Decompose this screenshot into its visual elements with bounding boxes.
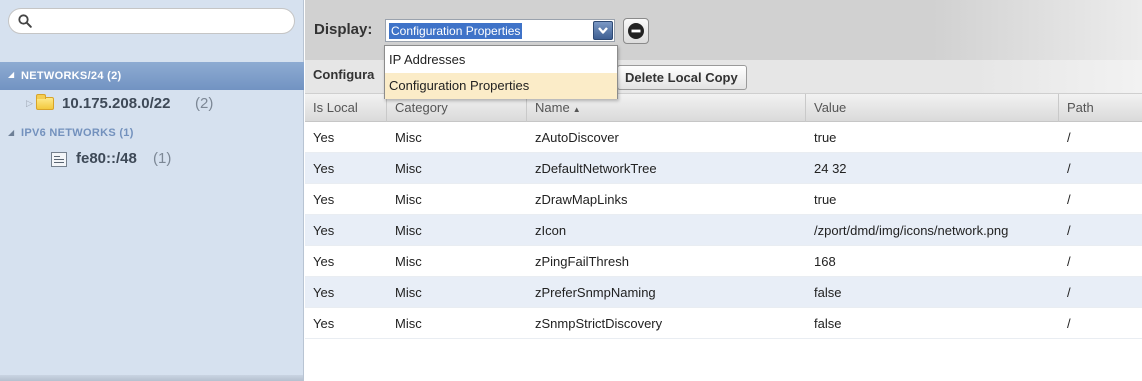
search-input[interactable] (8, 8, 295, 34)
cell-category: Misc (395, 316, 422, 331)
minus-circle-icon (628, 23, 644, 39)
network-tree-panel: ◢ NETWORKS/24 (2) ▷ 10.175.208.0/22 (2) … (0, 0, 304, 381)
display-label: Display: (314, 21, 373, 38)
tree-node-label: NETWORKS/24 (21, 70, 104, 82)
cell-value: /zport/dmd/img/icons/network.png (814, 223, 1009, 238)
cell-name: zIcon (535, 223, 567, 238)
cell-name: zSnmpStrictDiscovery (535, 316, 663, 331)
cell-value: false (814, 316, 842, 331)
network-name: 10.175.208.0/22 (62, 95, 171, 112)
menu-item-ip-addresses[interactable]: IP Addresses (385, 47, 617, 73)
network-count: (1) (153, 150, 172, 167)
tree-node-networks-root[interactable]: ◢ NETWORKS/24 (2) (0, 62, 304, 90)
tree-node-label: IPV6 NETWORKS (21, 127, 116, 139)
tree-node-ipv6-network[interactable]: fe80::/48 (1) (0, 149, 304, 173)
table-row[interactable]: Yes Misc zAutoDiscover true / (305, 122, 1142, 153)
cell-category: Misc (395, 130, 422, 145)
cell-category: Misc (395, 192, 422, 207)
expanded-arrow-icon[interactable]: ◢ (8, 70, 14, 79)
cell-path: / (1067, 161, 1071, 176)
cell-name: zPingFailThresh (535, 254, 629, 269)
network-name: fe80::/48 (76, 150, 137, 167)
cell-category: Misc (395, 254, 422, 269)
table-row[interactable]: Yes Misc zDrawMapLinks true / (305, 184, 1142, 215)
network-count: (2) (195, 95, 214, 112)
remove-button[interactable] (623, 18, 649, 44)
cell-path: / (1067, 316, 1071, 331)
cell-name: zAutoDiscover (535, 130, 619, 145)
chevron-down-icon (598, 27, 608, 34)
display-select-value: Configuration Properties (389, 23, 523, 39)
config-properties-title: Configura (313, 67, 375, 82)
table-row[interactable]: Yes Misc zPreferSnmpNaming false / (305, 277, 1142, 308)
column-header-value[interactable]: Value (806, 94, 1059, 122)
menu-item-configuration-properties[interactable]: Configuration Properties (385, 73, 617, 99)
table-row[interactable]: Yes Misc zIcon /zport/dmd/img/icons/netw… (305, 215, 1142, 246)
tree-search (8, 8, 295, 34)
cell-path: / (1067, 223, 1071, 238)
config-properties-grid: Is Local Category Name ▲ Value Path Yes M… (305, 94, 1142, 381)
tree-node-network[interactable]: ▷ 10.175.208.0/22 (2) (0, 92, 304, 116)
cell-value: true (814, 130, 837, 145)
tree-node-count: (2) (107, 70, 122, 82)
cell-name: zDrawMapLinks (535, 192, 628, 207)
sort-ascending-icon: ▲ (572, 105, 581, 114)
tree-node-count: (1) (119, 127, 134, 139)
cell-value: 24 32 (814, 161, 847, 176)
table-row[interactable]: Yes Misc zSnmpStrictDiscovery false / (305, 308, 1142, 339)
display-dropdown-menu: IP Addresses Configuration Properties (384, 45, 618, 99)
delete-local-copy-button[interactable]: Delete Local Copy (617, 65, 747, 90)
table-row[interactable]: Yes Misc zPingFailThresh 168 / (305, 246, 1142, 277)
network-document-icon (51, 152, 67, 167)
tree-node-ipv6-root[interactable]: ◢ IPV6 NETWORKS (1) (0, 121, 304, 145)
cell-category: Misc (395, 161, 422, 176)
cell-value: true (814, 192, 837, 207)
cell-value: false (814, 285, 842, 300)
cell-category: Misc (395, 223, 422, 238)
table-row[interactable]: Yes Misc zDefaultNetworkTree 24 32 / (305, 153, 1142, 184)
search-icon (18, 14, 32, 28)
column-header-is-local[interactable]: Is Local (305, 94, 387, 122)
display-select[interactable]: Configuration Properties (385, 19, 615, 42)
cell-is-local: Yes (313, 285, 335, 300)
cell-value: 168 (814, 254, 836, 269)
cell-name: zDefaultNetworkTree (535, 161, 657, 176)
cell-is-local: Yes (313, 223, 335, 238)
cell-is-local: Yes (313, 254, 335, 269)
folder-icon (36, 94, 54, 110)
expanded-arrow-icon[interactable]: ◢ (8, 128, 14, 137)
cell-is-local: Yes (313, 316, 335, 331)
cell-is-local: Yes (313, 161, 335, 176)
column-header-path[interactable]: Path (1059, 94, 1142, 122)
collapsed-arrow-icon[interactable]: ▷ (26, 98, 33, 109)
cell-path: / (1067, 285, 1071, 300)
cell-is-local: Yes (313, 192, 335, 207)
cell-category: Misc (395, 285, 422, 300)
cell-path: / (1067, 254, 1071, 269)
cell-is-local: Yes (313, 130, 335, 145)
cell-path: / (1067, 130, 1071, 145)
dropdown-arrow-button[interactable] (593, 21, 613, 40)
cell-path: / (1067, 192, 1071, 207)
cell-name: zPreferSnmpNaming (535, 285, 656, 300)
